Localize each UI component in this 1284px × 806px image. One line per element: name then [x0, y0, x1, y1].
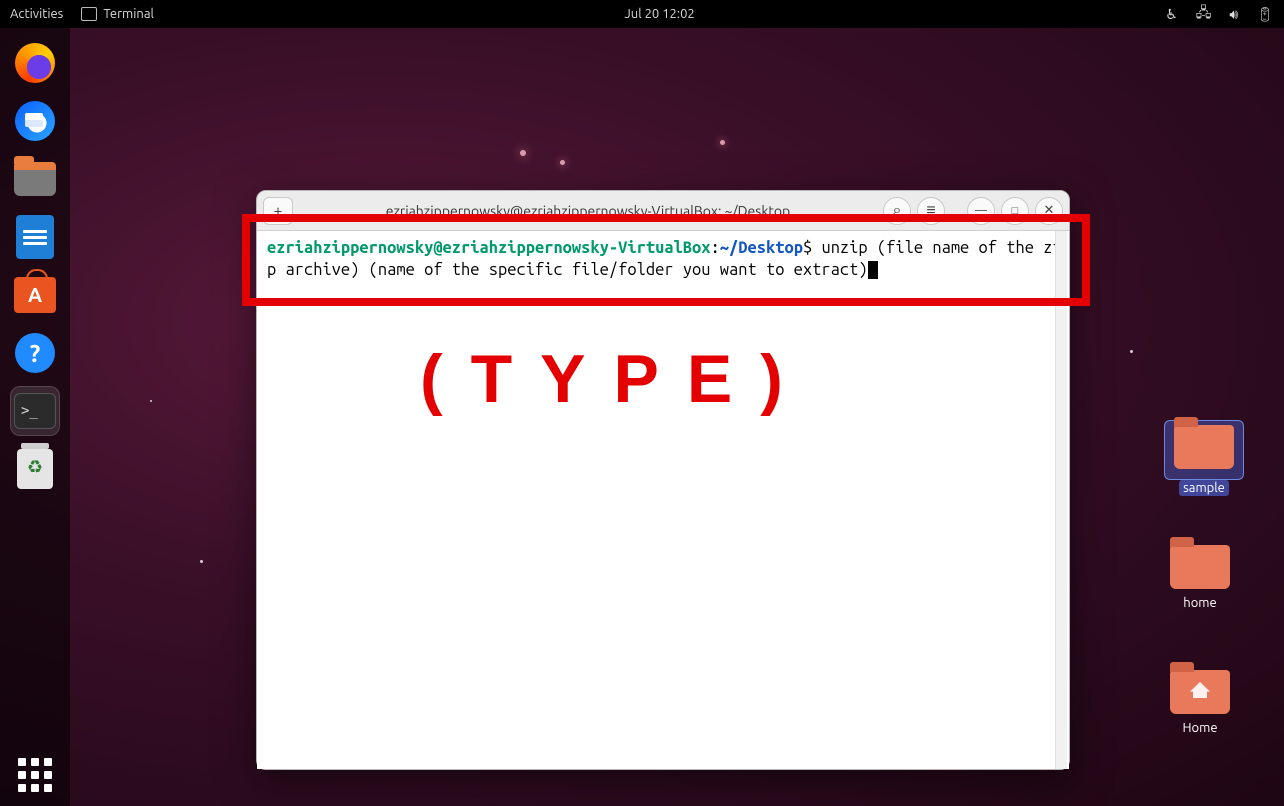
desktop-icon-sample[interactable]: sample	[1164, 420, 1244, 496]
top-bar: Activities Terminal Jul 20 12:02 ♿︎ 🖧︎ 🔊…	[0, 0, 1284, 28]
cursor	[868, 261, 878, 279]
show-applications-button[interactable]	[18, 758, 52, 792]
terminal-body[interactable]: ezriahzippernowsky@ezriahzippernowsky-Vi…	[257, 231, 1069, 769]
new-tab-button[interactable]: +	[263, 197, 293, 225]
dock-trash[interactable]	[10, 444, 60, 494]
folder-icon	[1170, 545, 1230, 589]
terminal-scrollbar[interactable]	[1055, 231, 1067, 769]
desktop-icon-label: home	[1179, 595, 1220, 611]
dock-files[interactable]	[10, 154, 60, 204]
home-folder-icon	[1170, 670, 1230, 714]
terminal-small-icon	[81, 7, 97, 21]
thunderbird-icon	[15, 101, 55, 141]
active-app-indicator[interactable]: Terminal	[81, 7, 154, 21]
folder-icon	[1174, 425, 1234, 469]
help-icon: ?	[15, 333, 55, 373]
network-icon[interactable]: 🖧︎	[1196, 2, 1212, 26]
prompt-symbol: $	[803, 239, 812, 257]
volume-icon[interactable]: 🔊︎	[1229, 6, 1238, 23]
terminal-window: + ezriahzippernowsky@ezriahzippernowsky-…	[256, 190, 1070, 770]
prompt-user-host: ezriahzippernowsky@ezriahzippernowsky-Vi…	[267, 239, 711, 257]
minimize-icon: —	[975, 204, 987, 217]
hamburger-icon: ≡	[926, 201, 935, 220]
search-button[interactable]: ⌕	[883, 197, 911, 225]
clock[interactable]: Jul 20 12:02	[624, 7, 694, 21]
accessibility-icon[interactable]: ♿︎	[1165, 6, 1178, 23]
dock-software[interactable]	[10, 270, 60, 320]
active-app-name: Terminal	[103, 7, 154, 21]
desktop-icon-home-place[interactable]: Home	[1160, 670, 1240, 736]
close-button[interactable]: ✕	[1035, 197, 1063, 225]
search-icon: ⌕	[893, 201, 902, 220]
desktop-icon-label: sample	[1179, 480, 1229, 496]
prompt-path: ~/Desktop	[720, 239, 803, 257]
terminal-icon: >_	[14, 393, 56, 429]
dock-writer[interactable]	[10, 212, 60, 262]
dock-firefox[interactable]	[10, 38, 60, 88]
desktop-icon-home-folder[interactable]: home	[1160, 545, 1240, 611]
minimize-button[interactable]: —	[967, 197, 995, 225]
menu-button[interactable]: ≡	[917, 197, 945, 225]
dock-thunderbird[interactable]	[10, 96, 60, 146]
desktop-icon-label: Home	[1178, 720, 1221, 736]
titlebar[interactable]: + ezriahzippernowsky@ezriahzippernowsky-…	[257, 191, 1069, 231]
dock-help[interactable]: ?	[10, 328, 60, 378]
battery-icon[interactable]: 🔋︎	[1256, 6, 1274, 23]
software-icon	[14, 277, 56, 313]
maximize-icon: □	[1012, 205, 1019, 217]
close-icon: ✕	[1044, 203, 1055, 218]
dock-terminal[interactable]: >_	[10, 386, 60, 436]
prompt-sep: :	[711, 239, 720, 257]
maximize-button[interactable]: □	[1001, 197, 1029, 225]
plus-icon: +	[273, 202, 282, 220]
dock: ? >_	[0, 28, 70, 806]
files-icon	[14, 162, 56, 196]
activities-button[interactable]: Activities	[10, 7, 63, 21]
writer-icon	[16, 215, 54, 259]
window-title: ezriahzippernowsky@ezriahzippernowsky-Vi…	[299, 203, 877, 219]
firefox-icon	[15, 43, 55, 83]
trash-icon	[17, 449, 53, 489]
